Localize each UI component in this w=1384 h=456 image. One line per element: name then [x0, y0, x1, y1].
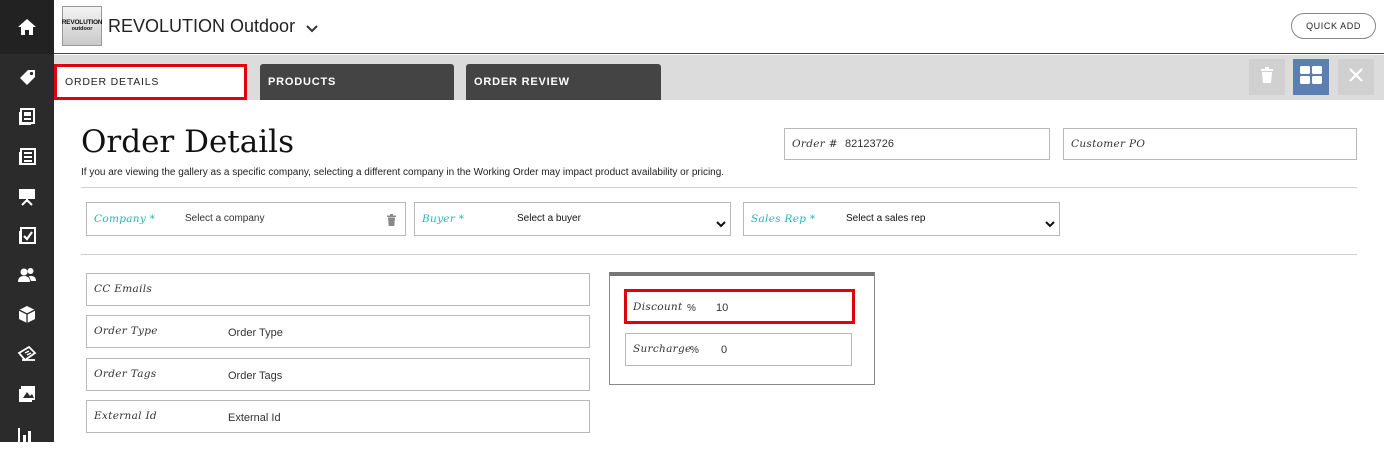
catalog-icon[interactable] [0, 97, 54, 137]
home-icon[interactable] [0, 0, 54, 54]
page-title: Order Details [81, 124, 294, 160]
order-type-label: Order Type [94, 325, 158, 337]
surcharge-value[interactable]: 0 [721, 344, 727, 356]
sales-rep-select[interactable]: Sales Rep * Select a sales rep [743, 202, 1060, 236]
discount-value[interactable]: 10 [716, 302, 728, 314]
surcharge-label: Surcharge [633, 343, 692, 355]
tickets-icon[interactable] [0, 334, 54, 374]
buyer-value: Select a buyer [517, 213, 581, 224]
logo-text-line2: outdoor [71, 25, 93, 32]
users-icon[interactable] [0, 255, 54, 295]
sales-rep-label: Sales Rep * [751, 213, 816, 225]
grid-view-button[interactable] [1293, 59, 1329, 95]
discount-label: Discount [633, 301, 683, 313]
delete-order-button[interactable] [1249, 59, 1285, 95]
sales-rep-value: Select a sales rep [846, 213, 926, 224]
chart-icon[interactable] [0, 416, 54, 456]
box-icon[interactable] [0, 294, 54, 334]
customer-po-field[interactable]: Customer PO [1063, 128, 1357, 160]
trash-icon [1260, 66, 1274, 88]
page-subtitle: If you are viewing the gallery as a spec… [81, 167, 725, 178]
quick-add-button[interactable]: QUICK ADD [1291, 13, 1376, 39]
surcharge-field[interactable]: Surcharge % 0 [625, 333, 852, 366]
company-value: Select a company [185, 213, 265, 224]
discount-unit: % [687, 303, 696, 314]
tab-products[interactable]: PRODUCTS [260, 64, 454, 100]
discount-field[interactable]: Discount % 10 [624, 289, 855, 324]
close-order-button[interactable] [1338, 59, 1374, 95]
cc-emails-label: CC Emails [94, 283, 153, 295]
company-switcher-label[interactable]: REVOLUTION Outdoor [108, 16, 295, 37]
checklist-icon[interactable] [0, 216, 54, 256]
order-tags-label: Order Tags [94, 368, 157, 380]
buyer-select[interactable]: Buyer * Select a buyer [414, 202, 731, 236]
company-label: Company * [94, 213, 156, 225]
top-header: REVOLUTION outdoor REVOLUTION Outdoor QU… [54, 0, 1384, 54]
external-id-value: External Id [228, 412, 281, 424]
order-type-field[interactable]: Order Type Order Type [86, 315, 590, 348]
external-id-label: External Id [94, 410, 157, 422]
chevron-down-icon[interactable] [306, 20, 318, 38]
order-number-value: 82123726 [845, 138, 894, 150]
customer-po-label: Customer PO [1071, 138, 1146, 150]
order-number-field[interactable]: Order # 82123726 [784, 128, 1050, 160]
image-icon[interactable] [0, 374, 54, 414]
order-tags-field[interactable]: Order Tags Order Tags [86, 358, 590, 391]
left-nav-rail [0, 0, 54, 445]
order-type-value: Order Type [228, 327, 283, 339]
company-logo: REVOLUTION outdoor [62, 6, 103, 46]
surcharge-unit: % [690, 345, 699, 356]
presentation-icon[interactable] [0, 176, 54, 216]
chevron-down-icon [716, 215, 726, 233]
buyer-label: Buyer * [422, 213, 465, 225]
tab-order-review[interactable]: ORDER REVIEW [466, 64, 661, 100]
tab-order-details[interactable]: ORDER DETAILS [54, 64, 247, 100]
trash-icon[interactable] [387, 213, 396, 231]
tag-icon[interactable] [0, 58, 54, 98]
company-select[interactable]: Company * Select a company [86, 202, 406, 236]
divider [81, 187, 1357, 188]
list-icon[interactable] [0, 137, 54, 177]
grid-icon [1300, 65, 1322, 89]
external-id-field[interactable]: External Id External Id [86, 400, 590, 433]
chevron-down-icon [1045, 215, 1055, 233]
cc-emails-field[interactable]: CC Emails [86, 273, 590, 306]
tab-bar: ORDER DETAILS PRODUCTS ORDER REVIEW [54, 55, 1384, 100]
close-icon [1348, 67, 1364, 88]
divider [81, 254, 1357, 255]
order-number-label: Order # [792, 138, 838, 150]
order-tags-value: Order Tags [228, 370, 283, 382]
